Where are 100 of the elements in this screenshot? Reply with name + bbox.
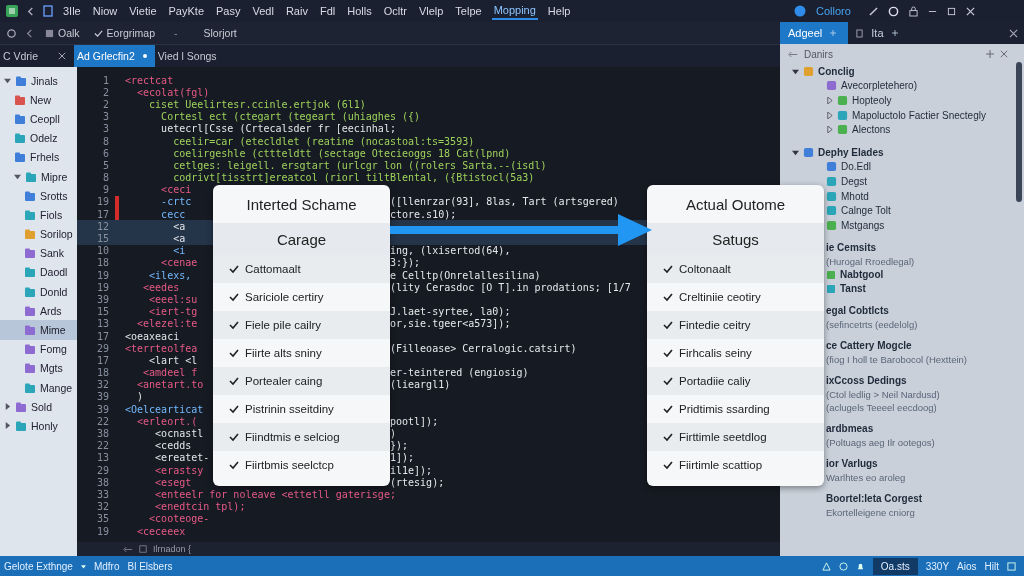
menu-item[interactable]: Help [545, 3, 573, 19]
line-number: 17 [95, 208, 109, 220]
file-tree-item[interactable]: Mipre [0, 166, 77, 187]
editor-tab[interactable]: C Vdrie [0, 45, 74, 67]
line-number: 29 [95, 464, 109, 476]
menu-item[interactable]: Holls [345, 3, 374, 19]
status-item[interactable]: Gelote Exthnge [4, 560, 73, 572]
menu-item[interactable]: Vlelp [416, 3, 446, 19]
menu-item[interactable]: PayKte [166, 3, 206, 19]
file-tree-item[interactable]: Fomg [0, 339, 77, 359]
file-tree-item[interactable]: Fiols [0, 205, 77, 225]
bell-icon[interactable] [855, 561, 865, 571]
toolbar-button[interactable]: Eorgrimap [90, 27, 159, 39]
tree-item[interactable]: Tanst [826, 281, 866, 296]
file-tree-item[interactable]: Sorilop [0, 224, 77, 244]
code-text: e Celltp(Onrelallesilina) [390, 269, 541, 281]
status-item[interactable]: Bl Elsbers [127, 560, 173, 572]
file-tree-item[interactable]: Sank [0, 243, 77, 263]
tree-item[interactable]: Nabtgool [826, 267, 884, 282]
menu-item[interactable]: Telpe [453, 3, 484, 19]
line-number: 18 [95, 257, 109, 269]
tree-item[interactable]: Hopteoly [826, 93, 892, 108]
tree-item[interactable]: Mhotd [826, 188, 869, 204]
arrow-icon[interactable] [123, 545, 133, 553]
document-icon[interactable] [43, 5, 53, 17]
panel-tab[interactable]: Adgeel [780, 22, 849, 44]
tree-item[interactable]: Degst [826, 174, 868, 189]
menu-item[interactable]: Niow [90, 3, 120, 19]
folder-icon [14, 151, 26, 164]
menu-item[interactable]: Ocltr [381, 3, 409, 19]
code-text: Cortesl ect (ctegart (tegeart (uhiaghes ({) [160, 111, 420, 123]
code-text: <cooteoge- [148, 513, 210, 525]
tree-item[interactable]: Calnge Tolt [826, 203, 891, 218]
close-icon[interactable] [58, 52, 66, 60]
status-item[interactable]: Hilt [984, 560, 999, 572]
card-item-text: Fintedie ceitry [679, 319, 751, 331]
file-tree-item[interactable]: Sold [0, 397, 77, 417]
card-item-text: Portadiie caliy [679, 375, 751, 387]
line-number: 22 [95, 440, 109, 452]
card-item-text: Firhcalis seiny [679, 347, 752, 359]
menu-item[interactable]: Pasy [214, 3, 243, 19]
status-item[interactable]: Aios [957, 560, 977, 572]
code-text: J.laet-syrtee, la0); [390, 306, 511, 318]
layout-icon[interactable] [1007, 561, 1016, 571]
menu-item[interactable]: Vedl [250, 3, 276, 19]
close-icon[interactable] [1009, 28, 1018, 38]
file-tree-item[interactable]: Odelz [0, 128, 77, 148]
menu-item[interactable]: Vietie [127, 3, 159, 19]
editor-tab[interactable]: Ad Grlecfin2 [74, 45, 155, 67]
file-tree-item[interactable]: Jinals [0, 71, 77, 91]
code-text: <eeel:su [148, 293, 198, 305]
status-item[interactable]: Oa.sts [872, 557, 918, 575]
tree-item[interactable]: Mstgangs [826, 217, 885, 233]
file-tree-item[interactable]: Daodl [0, 262, 77, 283]
tree-item[interactable]: Mapoluctolo Factier Snectegly [826, 107, 986, 123]
menu-item[interactable]: Fdl [317, 3, 338, 19]
file-tree-item[interactable]: Ceopll [0, 109, 77, 129]
editor-tab[interactable]: Vied l Songs [154, 45, 225, 67]
account-name[interactable]: Colloro [816, 5, 851, 17]
section-title: ixCcoss Dedings [826, 373, 907, 388]
lock-icon[interactable] [908, 5, 918, 17]
status-item[interactable]: 330Y [925, 560, 950, 572]
tree-item[interactable]: Conclig [792, 64, 855, 79]
code-text: <erleort.( [136, 415, 199, 427]
line-number: 19 [95, 281, 109, 293]
status-item[interactable]: Mdfro [93, 560, 120, 572]
triangle-icon[interactable] [821, 561, 831, 571]
line-number: 29 [95, 342, 109, 354]
menu-item[interactable]: Raiv [283, 3, 310, 19]
menu-item[interactable]: 3Ile [61, 3, 83, 19]
code-text: ctore.s10); [390, 208, 457, 220]
restore-icon[interactable] [946, 6, 956, 16]
line-number: 19 [95, 525, 109, 537]
file-tree-item[interactable]: New [0, 90, 77, 110]
code-text: ) [390, 428, 397, 440]
app-icon[interactable] [6, 5, 18, 17]
code-text: <anetart.to [136, 379, 205, 391]
line-number: 2 [101, 86, 109, 98]
toolbar-button[interactable]: Oalk [42, 27, 83, 39]
file-tree-item[interactable]: Mange [0, 378, 77, 398]
menu-item[interactable]: Mopping [491, 2, 538, 20]
folder-icon [25, 170, 37, 183]
file-tree-item[interactable]: Donld [0, 282, 77, 302]
tree-item[interactable]: Alectons [826, 122, 891, 137]
tree-item[interactable]: Do.Edl [826, 159, 871, 175]
object-icon [826, 205, 837, 217]
circle-icon[interactable] [887, 5, 899, 17]
tree-item[interactable]: Dephy Elades [792, 144, 884, 160]
file-tree-item[interactable]: Frhels [0, 147, 77, 167]
panel-tab[interactable]: Ita [848, 22, 906, 44]
file-tree-item[interactable]: Honly [0, 416, 77, 436]
file-tree-item[interactable]: Mgts [0, 358, 77, 378]
pen-icon[interactable] [868, 6, 878, 16]
file-tree-item[interactable]: Srotts [0, 186, 77, 206]
code-text: <enteelr for noleave <ettetll gaterisge; [154, 488, 396, 500]
tree-item[interactable]: Avecorpletehero) [826, 78, 917, 94]
file-tree-item[interactable]: Mime [0, 320, 77, 340]
object-icon [826, 161, 837, 173]
file-tree-item[interactable]: Ards [0, 301, 77, 321]
scrollbar[interactable] [1016, 62, 1022, 202]
